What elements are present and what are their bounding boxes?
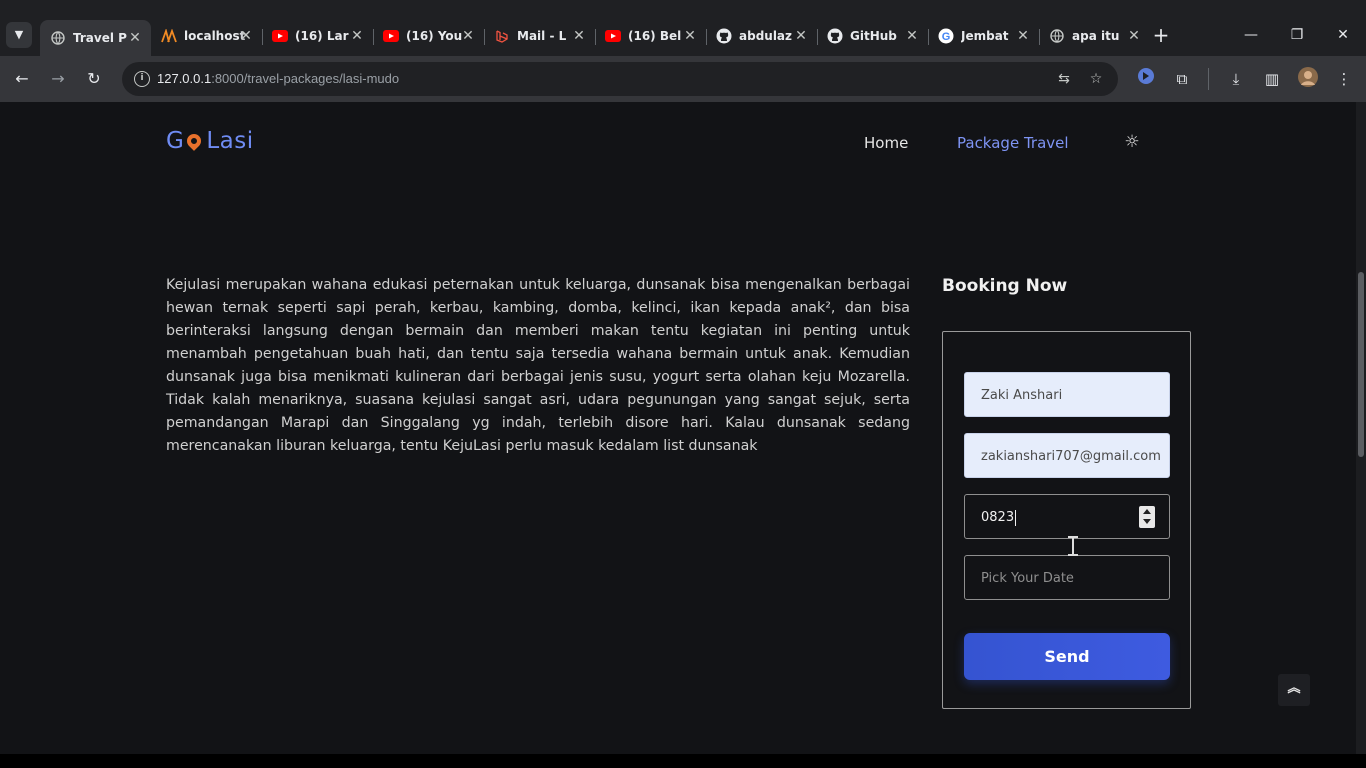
- youtube-icon: [383, 28, 399, 44]
- tab-mail[interactable]: Mail - L ✕: [484, 20, 596, 52]
- close-tab-icon[interactable]: ✕: [127, 30, 143, 46]
- tab-github-2[interactable]: GitHub ✕: [817, 20, 929, 52]
- extensions-puzzle-icon[interactable]: ⧉: [1170, 67, 1194, 91]
- close-tab-icon[interactable]: ✕: [682, 28, 698, 44]
- close-tab-icon[interactable]: ✕: [793, 28, 809, 44]
- tab-travel[interactable]: Travel P ✕: [40, 20, 151, 56]
- tab-search-button[interactable]: ▼: [6, 22, 32, 48]
- site-logo[interactable]: G Lasi: [166, 128, 254, 154]
- close-window-icon[interactable]: ✕: [1320, 22, 1366, 48]
- url-text[interactable]: 127.0.0.1:8000/travel-packages/lasi-mudo: [157, 71, 399, 86]
- close-tab-icon[interactable]: ✕: [460, 28, 476, 44]
- tab-google[interactable]: G Jembat ✕: [928, 20, 1040, 52]
- download-icon[interactable]: ⤓: [1224, 67, 1248, 91]
- tab-apa-itu[interactable]: apa itu ✕: [1039, 20, 1150, 52]
- tab-github-1[interactable]: abdulaz ✕: [706, 20, 818, 52]
- browser-tab-bar: ▼ Travel P ✕ localhost ✕ (16) Lar ✕ (16)…: [0, 0, 1366, 56]
- close-tab-icon[interactable]: ✕: [349, 28, 365, 44]
- forward-icon[interactable]: →: [46, 67, 70, 91]
- svg-text:G: G: [942, 31, 951, 43]
- bookmark-star-icon[interactable]: ☆: [1086, 69, 1106, 89]
- phone-value: 0823: [981, 510, 1015, 525]
- address-bar[interactable]: i 127.0.0.1:8000/travel-packages/lasi-mu…: [122, 62, 1118, 96]
- date-field[interactable]: Pick Your Date: [964, 555, 1170, 600]
- browser-menu-icon[interactable]: ⋮: [1332, 67, 1356, 91]
- page-scrollbar[interactable]: [1356, 102, 1366, 754]
- minimize-icon[interactable]: —: [1228, 22, 1274, 48]
- github-icon: [827, 28, 843, 44]
- restore-icon[interactable]: ❐: [1274, 22, 1320, 48]
- logo-prefix: G: [166, 128, 185, 154]
- profile-avatar[interactable]: [1296, 67, 1320, 91]
- close-tab-icon[interactable]: ✕: [904, 28, 920, 44]
- scrollbar-thumb[interactable]: [1358, 272, 1364, 457]
- email-field[interactable]: zakianshari707@gmail.com: [964, 433, 1170, 478]
- web-page: G Lasi Home Package Travel ☼ Kejulasi me…: [0, 102, 1356, 754]
- phone-field[interactable]: 0823: [964, 494, 1170, 539]
- toolbar-divider: [1208, 68, 1209, 90]
- globe-icon: [1049, 28, 1065, 44]
- nav-home-link[interactable]: Home: [864, 134, 908, 152]
- scroll-to-top-icon[interactable]: ︽: [1278, 674, 1310, 706]
- xampp-icon: [161, 28, 177, 44]
- tab-youtube-3[interactable]: (16) Bel ✕: [595, 20, 707, 52]
- side-panel-icon[interactable]: ▥: [1260, 67, 1284, 91]
- sun-icon[interactable]: ☼: [1122, 132, 1142, 152]
- package-description: Kejulasi merupakan wahana edukasi petern…: [166, 277, 910, 454]
- booking-form: Zaki Anshari zakianshari707@gmail.com 08…: [942, 331, 1191, 709]
- reload-icon[interactable]: ↻: [82, 67, 106, 91]
- close-tab-icon[interactable]: ✕: [1126, 28, 1142, 44]
- tab-localhost[interactable]: localhost ✕: [151, 20, 263, 52]
- send-button[interactable]: Send: [964, 633, 1170, 680]
- youtube-icon: [272, 28, 288, 44]
- tab-youtube-1[interactable]: (16) Lar ✕: [262, 20, 374, 52]
- mouse-text-cursor-icon: [1068, 536, 1078, 556]
- youtube-icon: [605, 28, 621, 44]
- globe-icon: [50, 30, 66, 46]
- booking-title: Booking Now: [942, 276, 1068, 296]
- nav-package-travel-link[interactable]: Package Travel: [957, 134, 1069, 152]
- extension-profile-icon[interactable]: [1134, 67, 1158, 91]
- laravel-icon: [494, 28, 510, 44]
- number-spinner[interactable]: [1139, 506, 1155, 528]
- text-caret: [1015, 509, 1017, 526]
- taskbar-edge: [0, 754, 1366, 768]
- logo-suffix: Lasi: [206, 128, 254, 154]
- github-icon: [716, 28, 732, 44]
- url-path: :8000/travel-packages/lasi-mudo: [211, 71, 400, 86]
- translate-icon[interactable]: ⇆: [1054, 69, 1074, 89]
- google-icon: G: [938, 28, 954, 44]
- close-tab-icon[interactable]: ✕: [1015, 28, 1031, 44]
- url-host: 127.0.0.1: [157, 71, 212, 86]
- tab-strip: Travel P ✕ localhost ✕ (16) Lar ✕ (16) Y…: [40, 20, 1150, 56]
- site-info-icon[interactable]: i: [134, 71, 150, 87]
- location-pin-icon: [184, 131, 205, 151]
- tab-youtube-2[interactable]: (16) You ✕: [373, 20, 485, 52]
- back-icon[interactable]: ←: [10, 67, 34, 91]
- new-tab-button[interactable]: +: [1150, 24, 1172, 46]
- close-tab-icon[interactable]: ✕: [238, 28, 254, 44]
- close-tab-icon[interactable]: ✕: [571, 28, 587, 44]
- name-field[interactable]: Zaki Anshari: [964, 372, 1170, 417]
